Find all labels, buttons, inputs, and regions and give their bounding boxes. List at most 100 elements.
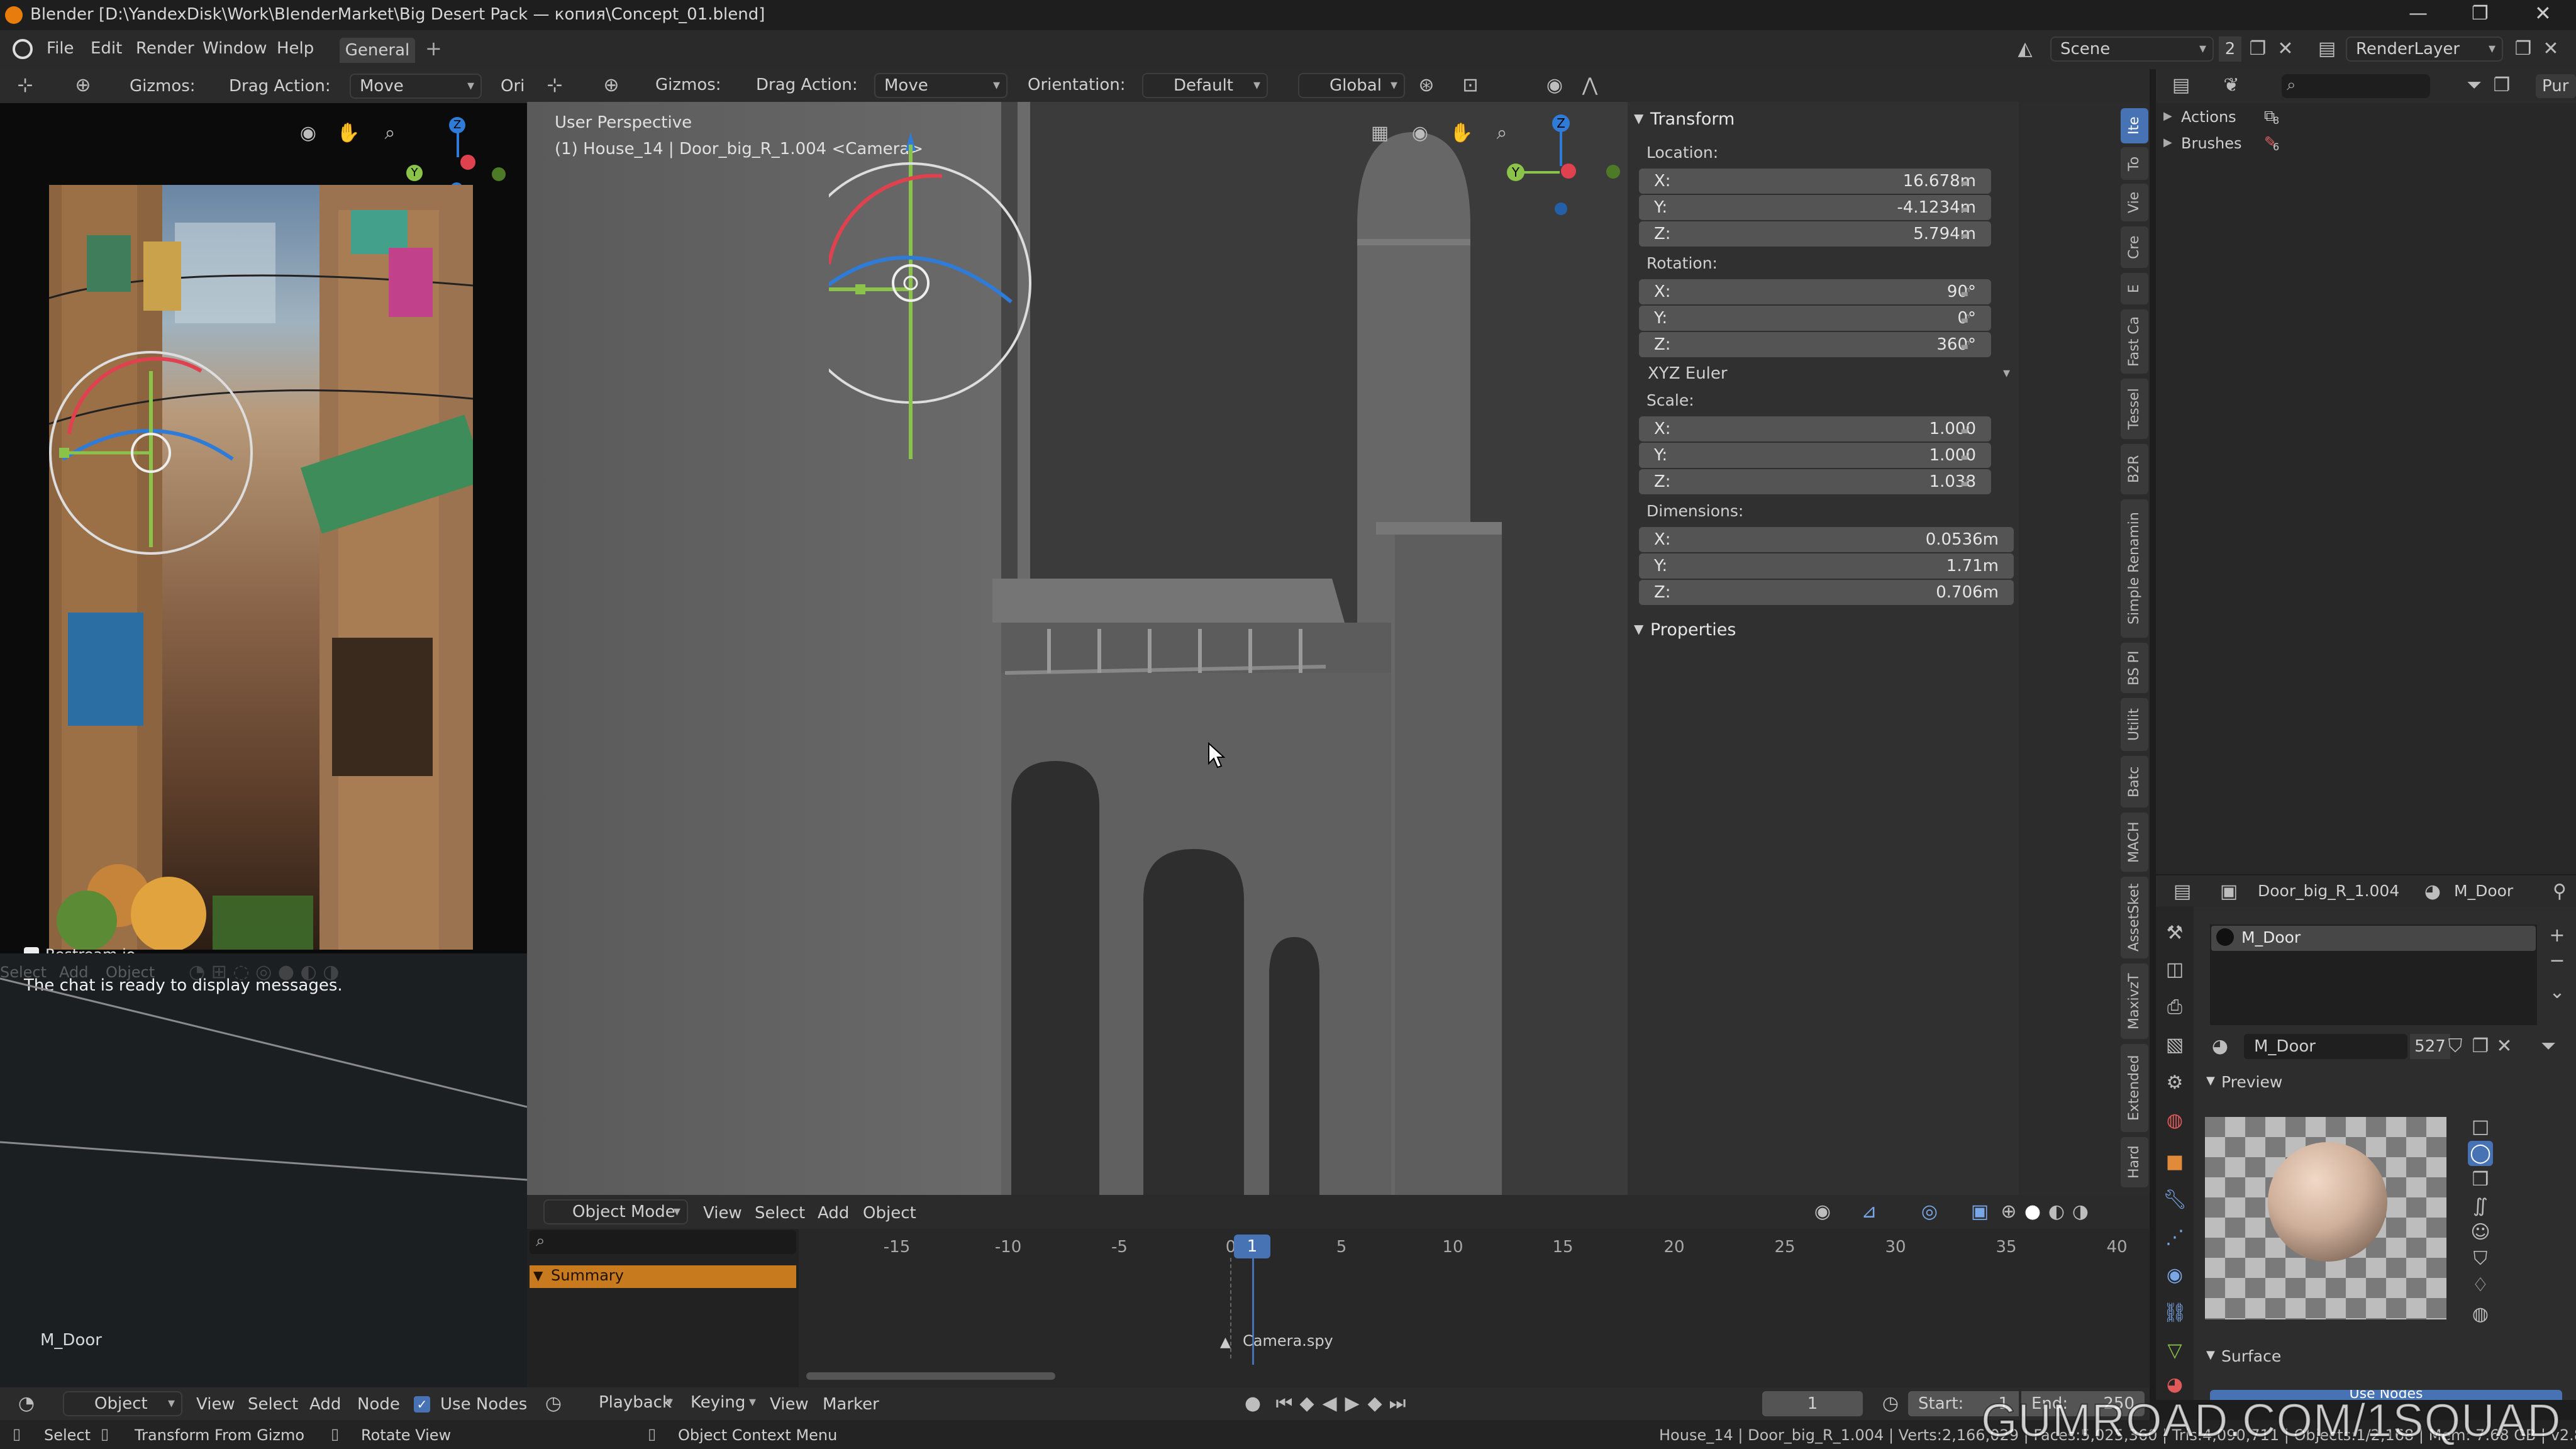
main-axis-neg-y[interactable] xyxy=(1606,165,1620,179)
world-tab-icon[interactable]: ◍ xyxy=(2162,1108,2187,1133)
use-nodes-checkbox[interactable]: ✓ xyxy=(414,1396,430,1413)
close-window-button[interactable]: ✕ xyxy=(2534,1,2551,25)
main-axis-z[interactable]: Z xyxy=(1552,114,1570,132)
scale-x-field[interactable]: X: 1.000 xyxy=(1639,416,1991,441)
output-tab-icon[interactable]: ⎙ xyxy=(2162,995,2187,1020)
left-axis-neg-y[interactable] xyxy=(492,167,506,181)
outliner-display-mode-icon[interactable]: ❦ xyxy=(2219,73,2244,98)
rotation-mode-dropdown[interactable]: XYZ Euler xyxy=(1639,362,2016,387)
scale-y-lock-icon[interactable]: 🔓︎ xyxy=(1957,448,1974,464)
viewport-menu-view[interactable]: View xyxy=(703,1204,742,1223)
outliner-editor-type-icon[interactable]: ▤ xyxy=(2168,73,2194,98)
minimize-button[interactable]: — xyxy=(2409,3,2428,25)
scale-y-field[interactable]: Y: 1.000 xyxy=(1639,443,1991,468)
timeline-menu-marker[interactable]: Marker xyxy=(823,1395,879,1414)
menu-help[interactable]: Help xyxy=(277,39,314,58)
scene-tab-icon[interactable]: ⚙ xyxy=(2162,1070,2187,1096)
sidebar-tab-fast-carve[interactable]: Fast Ca xyxy=(2121,309,2148,374)
object-mode-dropdown[interactable]: Object Mode xyxy=(543,1199,688,1224)
outliner-filter-icon[interactable]: ⏷ xyxy=(2462,73,2487,98)
material-slot-item[interactable]: M_Door xyxy=(2211,926,2536,951)
viewport-menu-select[interactable]: Select xyxy=(755,1204,805,1223)
preview-cloth-icon[interactable]: ⛉ xyxy=(2468,1246,2493,1272)
location-y-field[interactable]: Y: -4.1234m xyxy=(1639,195,1991,220)
timeline-search-field[interactable]: ⌕ xyxy=(530,1230,796,1254)
particles-tab-icon[interactable]: ⋰ xyxy=(2162,1225,2187,1250)
rotation-y-field[interactable]: Y: 0° xyxy=(1639,306,1991,331)
left-axis-x[interactable] xyxy=(460,155,475,170)
playback-menu[interactable]: Playback xyxy=(590,1391,679,1416)
surface-panel-header[interactable]: ▼ Surface xyxy=(2199,1345,2570,1370)
physics-tab-icon[interactable]: ◉ xyxy=(2162,1263,2187,1288)
solid-shading-icon[interactable]: ● xyxy=(2020,1199,2045,1224)
sidebar-tab-mach[interactable]: MACH xyxy=(2121,813,2148,872)
timeline-menu-view[interactable]: View xyxy=(770,1395,809,1414)
sidebar-tab-maxivz-tools[interactable]: MaxivzT xyxy=(2121,963,2148,1039)
rotation-y-lock-icon[interactable]: 🔓︎ xyxy=(1957,311,1974,327)
maximize-button[interactable]: ❐ xyxy=(2472,3,2489,25)
main-editor-type-icon[interactable]: ⊹ xyxy=(542,73,567,98)
menu-render[interactable]: Render xyxy=(136,39,194,58)
main-axis-gizmo[interactable]: Z Y xyxy=(1503,114,1629,228)
jump-start-icon[interactable]: ⏮ xyxy=(1272,1391,1297,1416)
orientation-dropdown[interactable]: Default xyxy=(1142,73,1268,98)
sidebar-tab-create[interactable]: Cre xyxy=(2121,226,2148,268)
sidebar-tab-hard[interactable]: Hard xyxy=(2121,1137,2148,1187)
timeline-scrollbar[interactable] xyxy=(806,1372,1055,1380)
menu-file[interactable]: File xyxy=(47,39,74,58)
delete-scene-icon[interactable]: ✕ xyxy=(2273,36,2298,62)
scale-x-lock-icon[interactable]: 🔓︎ xyxy=(1957,421,1974,438)
next-keyframe-icon[interactable]: ◆ xyxy=(1362,1391,1387,1416)
proportional-edit-icon[interactable]: ◉ xyxy=(1542,73,1567,98)
sidebar-tab-e[interactable]: E xyxy=(2121,273,2148,304)
fake-user-icon[interactable]: ⛉ xyxy=(2443,1034,2468,1059)
node-menu-select[interactable]: Select xyxy=(248,1395,298,1414)
tool-tab-icon[interactable]: ⚒ xyxy=(2162,921,2187,946)
outliner-item-actions[interactable]: ▶ Actions ⧉ 8 xyxy=(2156,106,2576,131)
scene-selector[interactable]: Scene xyxy=(2050,36,2214,62)
pin-icon[interactable]: ⚲ xyxy=(2547,879,2572,904)
outliner-item-brushes[interactable]: ▶ Brushes ✎ 6 xyxy=(2156,132,2576,157)
scale-z-lock-icon[interactable]: 🔓︎ xyxy=(1957,474,1974,491)
timeline-summary-row[interactable]: ▼ Summary xyxy=(530,1265,796,1288)
node-menu-add[interactable]: Add xyxy=(309,1395,341,1414)
outliner-new-collection-icon[interactable]: ❐ xyxy=(2489,73,2514,98)
prev-keyframe-icon[interactable]: ◆ xyxy=(1294,1391,1319,1416)
add-workspace-button[interactable]: + xyxy=(425,36,442,60)
delete-view-layer-icon[interactable]: ✕ xyxy=(2538,36,2563,62)
play-icon[interactable]: ▶ xyxy=(1340,1391,1365,1416)
toggle-grid-icon[interactable]: ▦ xyxy=(1367,121,1392,146)
sidebar-tab-tessel[interactable]: Tessel xyxy=(2121,379,2148,439)
main-drag-action-dropdown[interactable]: Move xyxy=(874,73,1008,98)
keying-menu[interactable]: Keying xyxy=(682,1391,762,1416)
left-zoom-icon[interactable]: ⌕ xyxy=(377,121,402,146)
overlays-icon[interactable]: ◎ xyxy=(1917,1199,1942,1224)
modifier-tab-icon[interactable]: 🔧︎ xyxy=(2162,1187,2187,1213)
wireframe-shading-icon[interactable]: ⊕ xyxy=(1996,1199,2021,1224)
sidebar-tab-tool[interactable]: To xyxy=(2121,147,2148,180)
object-tab-icon[interactable]: ■ xyxy=(2162,1150,2187,1175)
sidebar-tab-item[interactable]: Ite xyxy=(2121,108,2148,143)
node-menu-node[interactable]: Node xyxy=(357,1395,400,1414)
view-layer-selector[interactable]: RenderLayer xyxy=(2346,36,2503,62)
timeline-marker-icon[interactable]: ▲ xyxy=(1220,1335,1231,1350)
sidebar-tab-extended[interactable]: Extended xyxy=(2121,1044,2148,1132)
new-scene-icon[interactable]: ❐ xyxy=(2245,36,2270,62)
outliner[interactable]: ▤ ❦ ⌕ ⏷ ❐ Pur ▶ Actions ⧉ 8 ▶ Brushes ✎ … xyxy=(2156,69,2576,874)
rotation-z-lock-icon[interactable]: 🔓︎ xyxy=(1957,337,1974,353)
blender-menu-icon[interactable] xyxy=(13,39,33,59)
slot-specials-icon[interactable]: ⌄ xyxy=(2545,980,2570,1005)
location-x-lock-icon[interactable]: 🔓︎ xyxy=(1957,174,1974,190)
properties-editor-type-icon[interactable]: ▤ xyxy=(2170,879,2195,904)
material-browse-icon[interactable]: ◕ xyxy=(2207,1034,2233,1059)
preview-flat-icon[interactable]: □ xyxy=(2468,1114,2493,1140)
left-pan-hand-icon[interactable]: ✋ xyxy=(336,121,361,146)
viewport-menu-object[interactable]: Object xyxy=(863,1204,916,1223)
location-z-field[interactable]: Z: 5.794m xyxy=(1639,221,1991,247)
rendered-shading-icon[interactable]: ◑ xyxy=(2068,1199,2093,1224)
jump-end-icon[interactable]: ⏭ xyxy=(1385,1391,1410,1416)
preview-world-icon[interactable]: ◍ xyxy=(2468,1302,2493,1327)
main-axis-neg-z[interactable] xyxy=(1555,203,1567,215)
preview-range-icon[interactable]: ◷ xyxy=(1878,1391,1903,1416)
dimensions-x-field[interactable]: X: 0.0536m xyxy=(1639,527,2014,552)
